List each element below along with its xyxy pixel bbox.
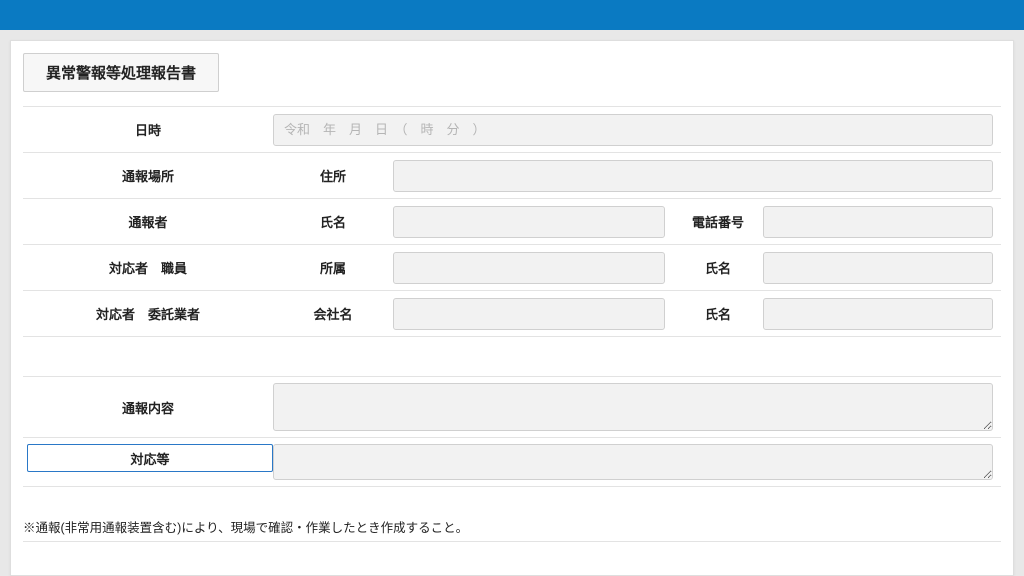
sublabel-contractor-name: 氏名 bbox=[673, 304, 763, 323]
input-staff-name[interactable] bbox=[763, 252, 993, 284]
sublabel-reporter-name: 氏名 bbox=[273, 212, 393, 231]
app-header-bar bbox=[0, 0, 1024, 30]
form-title: 異常警報等処理報告書 bbox=[23, 53, 219, 92]
row-location: 通報場所 住所 bbox=[23, 153, 1001, 199]
input-datetime[interactable] bbox=[273, 114, 993, 146]
label-report-content: 通報内容 bbox=[23, 383, 273, 431]
footer-note: ※通報(非常用通報装置含む)により、現場で確認・作業したとき作成すること。 bbox=[23, 517, 1001, 542]
input-reporter-phone[interactable] bbox=[763, 206, 993, 238]
input-reporter-name[interactable] bbox=[393, 206, 665, 238]
textarea-response[interactable] bbox=[273, 444, 993, 480]
label-responder-staff: 対応者 職員 bbox=[23, 258, 273, 277]
sublabel-contractor-company: 会社名 bbox=[273, 304, 393, 323]
row-responder-contractor: 対応者 委託業者 会社名 氏名 bbox=[23, 291, 1001, 337]
input-staff-dept[interactable] bbox=[393, 252, 665, 284]
sublabel-location-address: 住所 bbox=[273, 166, 393, 185]
textarea-report-content[interactable] bbox=[273, 383, 993, 431]
row-reporter: 通報者 氏名 電話番号 bbox=[23, 199, 1001, 245]
row-report-content: 通報内容 bbox=[23, 377, 1001, 438]
input-contractor-company[interactable] bbox=[393, 298, 665, 330]
label-location: 通報場所 bbox=[23, 166, 273, 185]
label-datetime: 日時 bbox=[23, 120, 273, 139]
form-rows: 日時 通報場所 住所 通報者 氏名 電話番号 対応者 職員 所属 氏名 対応者 bbox=[23, 106, 1001, 487]
row-datetime: 日時 bbox=[23, 107, 1001, 153]
row-spacer bbox=[23, 337, 1001, 377]
report-form-page: 異常警報等処理報告書 日時 通報場所 住所 通報者 氏名 電話番号 対応者 職員… bbox=[10, 40, 1014, 576]
sublabel-reporter-phone: 電話番号 bbox=[673, 212, 763, 231]
label-responder-contractor: 対応者 委託業者 bbox=[23, 304, 273, 323]
input-contractor-name[interactable] bbox=[763, 298, 993, 330]
input-location-address[interactable] bbox=[393, 160, 993, 192]
sublabel-staff-dept: 所属 bbox=[273, 258, 393, 277]
label-response[interactable]: 対応等 bbox=[27, 444, 273, 472]
sublabel-staff-name: 氏名 bbox=[673, 258, 763, 277]
row-responder-staff: 対応者 職員 所属 氏名 bbox=[23, 245, 1001, 291]
label-reporter: 通報者 bbox=[23, 212, 273, 231]
row-response: 対応等 bbox=[23, 438, 1001, 487]
